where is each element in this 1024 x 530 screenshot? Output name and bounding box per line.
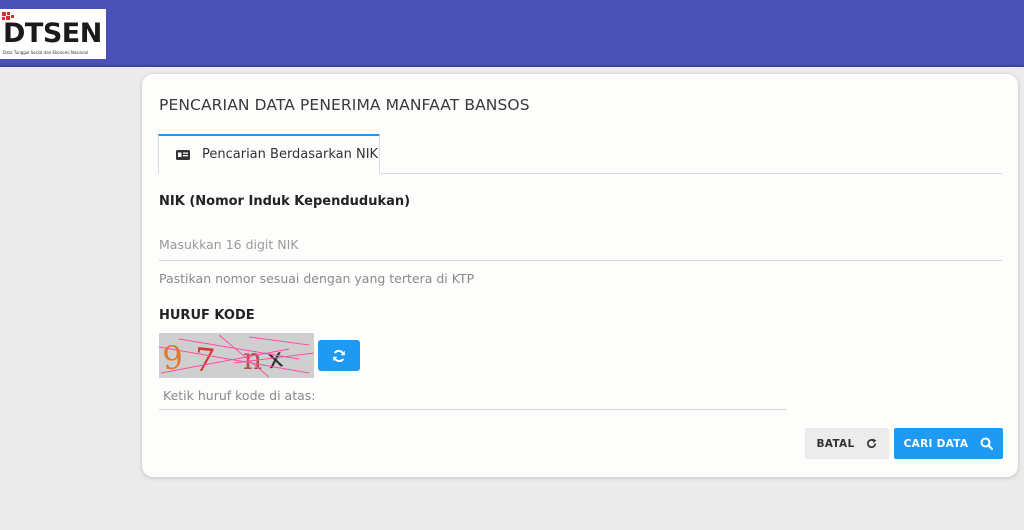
refresh-captcha-button[interactable] (318, 340, 360, 371)
search-card: PENCARIAN DATA PENERIMA MANFAAT BANSOS P… (142, 74, 1018, 477)
search-icon (980, 437, 994, 450)
svg-text:9: 9 (161, 338, 184, 377)
tab-label: Pencarian Berdasarkan NIK (202, 147, 379, 162)
search-button-label: CARI DATA (903, 437, 969, 450)
svg-text:7: 7 (192, 340, 216, 378)
reload-icon (867, 438, 877, 449)
refresh-icon (333, 349, 345, 362)
logo-text: DTSEN (3, 18, 102, 49)
cancel-button[interactable]: BATAL (805, 428, 889, 459)
search-data-button[interactable]: CARI DATA (894, 428, 1003, 459)
dtsen-logo[interactable]: DTSEN Data Tunggal Sosial dan Ekonomi Na… (0, 9, 106, 59)
logo-subtext: Data Tunggal Sosial dan Ekonomi Nasional (3, 50, 89, 55)
nik-label: NIK (Nomor Induk Kependudukan) (159, 194, 411, 209)
cancel-button-label: BATAL (816, 437, 855, 450)
captcha-code-input[interactable] (159, 382, 787, 410)
top-header-bar: DTSEN Data Tunggal Sosial dan Ekonomi Na… (0, 0, 1024, 67)
captcha-image: 9 7 n x (159, 333, 314, 378)
tab-search-by-nik[interactable]: Pencarian Berdasarkan NIK (158, 134, 380, 174)
nik-input[interactable] (159, 229, 1002, 261)
id-card-icon (176, 149, 190, 160)
nik-hint: Pastikan nomor sesuai dengan yang terter… (159, 271, 475, 286)
captcha-label: HURUF KODE (159, 308, 255, 323)
page-title: PENCARIAN DATA PENERIMA MANFAAT BANSOS (159, 96, 530, 114)
